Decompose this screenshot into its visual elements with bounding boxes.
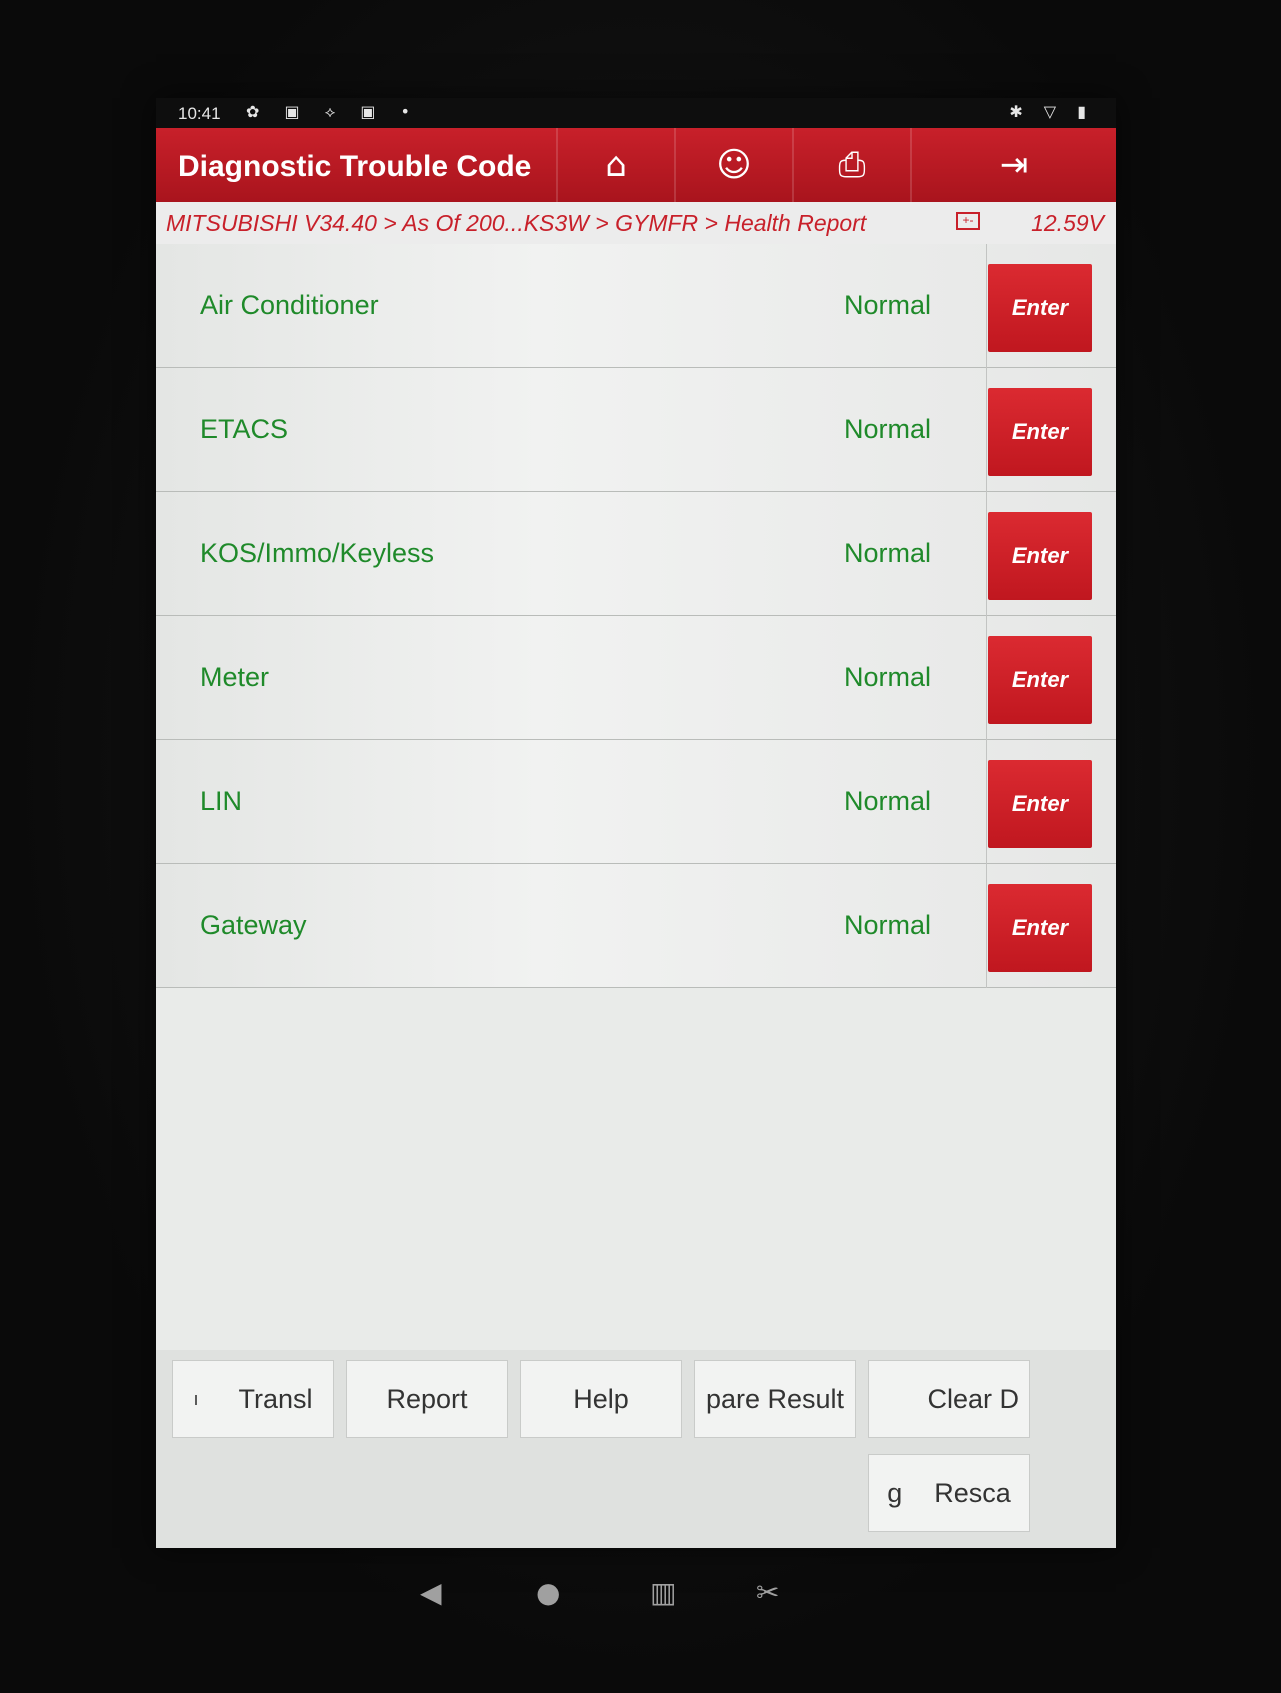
exit-button[interactable]: ⇥ <box>910 128 1116 202</box>
system-row: Air Conditioner Normal Enter <box>156 244 1116 368</box>
clear-dtc-button[interactable]: Clear D <box>868 1360 1030 1438</box>
rescan-label: Resca <box>934 1477 1011 1508</box>
system-list: Air Conditioner Normal Enter ETACS Normal Ent… <box>156 244 1116 988</box>
print-button[interactable]: ⎙ <box>792 128 910 202</box>
row-divider <box>986 244 987 368</box>
row-divider <box>986 616 987 740</box>
enter-button[interactable]: Enter <box>988 636 1092 724</box>
clear-dtc-label: Clear D <box>927 1383 1019 1414</box>
user-support-button[interactable]: ☺ <box>674 128 792 202</box>
enter-button[interactable]: Enter <box>988 388 1092 476</box>
home-nav-icon[interactable]: ● <box>536 1576 560 1609</box>
system-row: Gateway Normal Enter <box>156 864 1116 988</box>
system-status-icons: ✱ ▽ ▮ <box>1009 102 1094 121</box>
report-button[interactable]: Report <box>346 1360 508 1438</box>
breadcrumb: MITSUBISHI V34.40 > As Of 200...KS3W > G… <box>156 202 1116 245</box>
system-name: Air Conditioner <box>200 290 379 320</box>
help-button[interactable]: Help <box>520 1360 682 1438</box>
screenshot-icon[interactable]: ✂ <box>756 1576 779 1609</box>
android-nav-bar: ◀ ● ▥ ✂ <box>420 1570 820 1620</box>
back-icon[interactable]: ◀ <box>420 1576 442 1609</box>
translate-button[interactable]: ı Transl <box>172 1360 334 1438</box>
system-status: Normal <box>844 786 932 816</box>
row-divider <box>986 492 987 616</box>
bottom-toolbar: ı Transl Report Help pare Result Clear D… <box>156 1350 1116 1548</box>
system-row: ETACS Normal Enter <box>156 368 1116 492</box>
system-status: Normal <box>844 290 932 320</box>
recent-apps-icon[interactable]: ▥ <box>650 1576 676 1609</box>
battery-icon: +- <box>956 212 980 230</box>
exit-icon: ⇥ <box>999 145 1029 185</box>
system-status: Normal <box>844 910 932 940</box>
home-icon: ⌂ <box>605 145 627 185</box>
page-title: Diagnostic Trouble Code <box>178 150 532 183</box>
system-row: KOS/Immo/Keyless Normal Enter <box>156 492 1116 616</box>
report-label: Report <box>386 1383 468 1414</box>
system-name: Meter <box>200 662 270 692</box>
system-name: KOS/Immo/Keyless <box>200 538 435 568</box>
title-bar: Diagnostic Trouble Code ⌂ ☺ ⎙ ⇥ <box>156 128 1116 202</box>
system-status: Normal <box>844 538 932 568</box>
system-row: Meter Normal Enter <box>156 616 1116 740</box>
rescan-prefix: g <box>887 1477 903 1508</box>
enter-button[interactable]: Enter <box>988 264 1092 352</box>
translate-label: Transl <box>238 1383 313 1414</box>
compare-result-button[interactable]: pare Result <box>694 1360 856 1438</box>
system-name: ETACS <box>200 414 289 444</box>
enter-button[interactable]: Enter <box>988 884 1092 972</box>
home-button[interactable]: ⌂ <box>556 128 674 202</box>
print-icon: ⎙ <box>838 145 866 185</box>
row-divider <box>986 740 987 864</box>
breadcrumb-path: MITSUBISHI V34.40 > As Of 200...KS3W > G… <box>166 210 867 236</box>
system-status: Normal <box>844 414 932 444</box>
rescan-button[interactable]: g Resca <box>868 1454 1030 1532</box>
user-support-icon: ☺ <box>716 145 752 185</box>
system-name: Gateway <box>200 910 307 940</box>
voltage-readout: 12.59V <box>1031 210 1104 236</box>
system-status: Normal <box>844 662 932 692</box>
system-row: LIN Normal Enter <box>156 740 1116 864</box>
compare-result-label: pare Result <box>705 1383 845 1414</box>
app-screen: 10:41 ✿ ▣ ⟡ ▣ • ✱ ▽ ▮ Diagnostic Trouble… <box>156 98 1116 1548</box>
status-time: 10:41 <box>178 104 221 123</box>
translate-prefix: ı <box>193 1388 199 1409</box>
row-divider <box>986 864 987 988</box>
system-name: LIN <box>200 786 243 816</box>
help-label: Help <box>573 1383 629 1414</box>
enter-button[interactable]: Enter <box>988 760 1092 848</box>
enter-button[interactable]: Enter <box>988 512 1092 600</box>
notification-icons: ✿ ▣ ⟡ ▣ • <box>246 102 420 121</box>
row-divider <box>986 368 987 492</box>
status-bar: 10:41 ✿ ▣ ⟡ ▣ • ✱ ▽ ▮ <box>156 98 1116 128</box>
tablet-device: 10:41 ✿ ▣ ⟡ ▣ • ✱ ▽ ▮ Diagnostic Trouble… <box>0 0 1281 1693</box>
